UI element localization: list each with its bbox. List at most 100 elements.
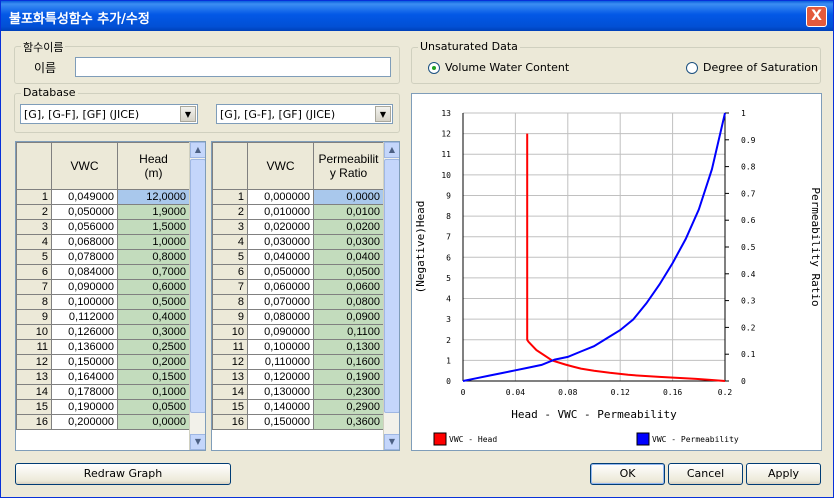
value-cell[interactable]: 0,0500 — [117, 399, 190, 415]
value-cell[interactable]: 1,0000 — [117, 234, 190, 250]
vwc-cell[interactable]: 0,078000 — [51, 249, 118, 265]
value-cell[interactable]: 0,2900 — [313, 399, 384, 415]
vertical-scrollbar[interactable]: ▲ ▼ — [189, 142, 205, 450]
vwc-cell[interactable]: 0,050000 — [51, 204, 118, 220]
scroll-up-icon[interactable]: ▲ — [384, 142, 399, 158]
vwc-cell[interactable]: 0,040000 — [247, 249, 314, 265]
table-row[interactable]: 4 0,068000 1,0000 — [16, 234, 190, 250]
table-row[interactable]: 1 0,049000 12,0000 — [16, 189, 190, 205]
table-row[interactable]: 12 0,150000 0,2000 — [16, 354, 190, 370]
vwc-cell[interactable]: 0,130000 — [247, 384, 314, 400]
vwc-cell[interactable]: 0,056000 — [51, 219, 118, 235]
table-row[interactable]: 5 0,040000 0,0400 — [212, 249, 384, 265]
table-row[interactable]: 10 0,126000 0,3000 — [16, 324, 190, 340]
table-row[interactable]: 13 0,164000 0,1500 — [16, 369, 190, 385]
value-cell[interactable]: 0,0600 — [313, 279, 384, 295]
vwc-cell[interactable]: 0,100000 — [247, 339, 314, 355]
head-data-grid[interactable]: VWC Head (m) 1 0,049000 12,0000 2 0,050000 1,… — [15, 141, 206, 451]
apply-button[interactable]: Apply — [746, 463, 821, 485]
value-cell[interactable]: 0,8000 — [117, 249, 190, 265]
vwc-cell[interactable]: 0,030000 — [247, 234, 314, 250]
radio-volume-water-content[interactable]: Volume Water Content — [428, 61, 569, 74]
value-cell[interactable]: 0,0000 — [313, 189, 384, 205]
redraw-graph-button[interactable]: Redraw Graph — [15, 463, 231, 485]
radio-degree-of-saturation[interactable]: Degree of Saturation — [686, 61, 818, 74]
value-cell[interactable]: 0,5000 — [117, 294, 190, 310]
table-row[interactable]: 10 0,090000 0,1100 — [212, 324, 384, 340]
table-row[interactable]: 3 0,020000 0,0200 — [212, 219, 384, 235]
vwc-cell[interactable]: 0,136000 — [51, 339, 118, 355]
value-cell[interactable]: 0,1000 — [117, 384, 190, 400]
ok-button[interactable]: OK — [590, 463, 665, 485]
table-row[interactable]: 9 0,112000 0,4000 — [16, 309, 190, 325]
value-cell[interactable]: 0,3600 — [313, 414, 384, 430]
vertical-scrollbar[interactable]: ▲ ▼ — [383, 142, 399, 450]
vwc-cell[interactable]: 0,050000 — [247, 264, 314, 280]
radio-selected-icon[interactable] — [428, 61, 440, 74]
vwc-cell[interactable]: 0,150000 — [247, 414, 314, 430]
vwc-cell[interactable]: 0,100000 — [51, 294, 118, 310]
value-cell[interactable]: 0,1100 — [313, 324, 384, 340]
table-row[interactable]: 13 0,120000 0,1900 — [212, 369, 384, 385]
table-row[interactable]: 16 0,150000 0,3600 — [212, 414, 384, 430]
radio-unselected-icon[interactable] — [686, 61, 698, 74]
table-row[interactable]: 11 0,136000 0,2500 — [16, 339, 190, 355]
vwc-cell[interactable]: 0,000000 — [247, 189, 314, 205]
title-bar[interactable]: 불포화특성함수 추가/수정 X — [1, 1, 833, 31]
vwc-cell[interactable]: 0,090000 — [247, 324, 314, 340]
chevron-down-icon[interactable]: ▼ — [375, 106, 391, 122]
table-row[interactable]: 15 0,190000 0,0500 — [16, 399, 190, 415]
permeability-data-grid[interactable]: VWC Permeabilit y Ratio 1 0,000000 0,0000 2… — [211, 141, 400, 451]
table-row[interactable]: 12 0,110000 0,1600 — [212, 354, 384, 370]
vwc-cell[interactable]: 0,112000 — [51, 309, 118, 325]
column-header-vwc[interactable]: VWC — [51, 142, 118, 190]
table-row[interactable]: 16 0,200000 0,0000 — [16, 414, 190, 430]
vwc-cell[interactable]: 0,068000 — [51, 234, 118, 250]
scroll-down-icon[interactable]: ▼ — [190, 434, 205, 450]
close-button[interactable]: X — [806, 6, 827, 27]
vwc-cell[interactable]: 0,140000 — [247, 399, 314, 415]
vwc-cell[interactable]: 0,120000 — [247, 369, 314, 385]
name-input[interactable] — [75, 57, 391, 77]
table-row[interactable]: 4 0,030000 0,0300 — [212, 234, 384, 250]
scroll-down-icon[interactable]: ▼ — [384, 434, 399, 450]
table-row[interactable]: 8 0,070000 0,0800 — [212, 294, 384, 310]
table-row[interactable]: 7 0,090000 0,6000 — [16, 279, 190, 295]
value-cell[interactable]: 0,1500 — [117, 369, 190, 385]
value-cell[interactable]: 0,1600 — [313, 354, 384, 370]
vwc-cell[interactable]: 0,190000 — [51, 399, 118, 415]
vwc-cell[interactable]: 0,090000 — [51, 279, 118, 295]
vwc-cell[interactable]: 0,126000 — [51, 324, 118, 340]
vwc-cell[interactable]: 0,178000 — [51, 384, 118, 400]
table-row[interactable]: 3 0,056000 1,5000 — [16, 219, 190, 235]
value-cell[interactable]: 0,1900 — [313, 369, 384, 385]
vwc-cell[interactable]: 0,084000 — [51, 264, 118, 280]
table-row[interactable]: 8 0,100000 0,5000 — [16, 294, 190, 310]
value-cell[interactable]: 0,0000 — [117, 414, 190, 430]
vwc-cell[interactable]: 0,200000 — [51, 414, 118, 430]
value-cell[interactable]: 0,0200 — [313, 219, 384, 235]
vwc-cell[interactable]: 0,164000 — [51, 369, 118, 385]
table-row[interactable]: 2 0,050000 1,9000 — [16, 204, 190, 220]
value-cell[interactable]: 0,7000 — [117, 264, 190, 280]
scroll-up-icon[interactable]: ▲ — [190, 142, 205, 158]
table-row[interactable]: 15 0,140000 0,2900 — [212, 399, 384, 415]
table-row[interactable]: 9 0,080000 0,0900 — [212, 309, 384, 325]
vwc-cell[interactable]: 0,070000 — [247, 294, 314, 310]
vwc-cell[interactable]: 0,020000 — [247, 219, 314, 235]
table-row[interactable]: 14 0,130000 0,2300 — [212, 384, 384, 400]
database-combo-left[interactable]: [G], [G-F], [GF] (JICE) ▼ — [20, 104, 198, 124]
vwc-cell[interactable]: 0,060000 — [247, 279, 314, 295]
vwc-cell[interactable]: 0,080000 — [247, 309, 314, 325]
table-row[interactable]: 11 0,100000 0,1300 — [212, 339, 384, 355]
scroll-thumb[interactable] — [384, 159, 399, 413]
chevron-down-icon[interactable]: ▼ — [180, 106, 196, 122]
scroll-thumb[interactable] — [190, 159, 205, 413]
value-cell[interactable]: 0,4000 — [117, 309, 190, 325]
vwc-cell[interactable]: 0,049000 — [51, 189, 118, 205]
column-header-head[interactable]: Head (m) — [117, 142, 190, 190]
value-cell[interactable]: 0,6000 — [117, 279, 190, 295]
table-row[interactable]: 6 0,050000 0,0500 — [212, 264, 384, 280]
value-cell[interactable]: 0,0300 — [313, 234, 384, 250]
value-cell[interactable]: 0,0500 — [313, 264, 384, 280]
